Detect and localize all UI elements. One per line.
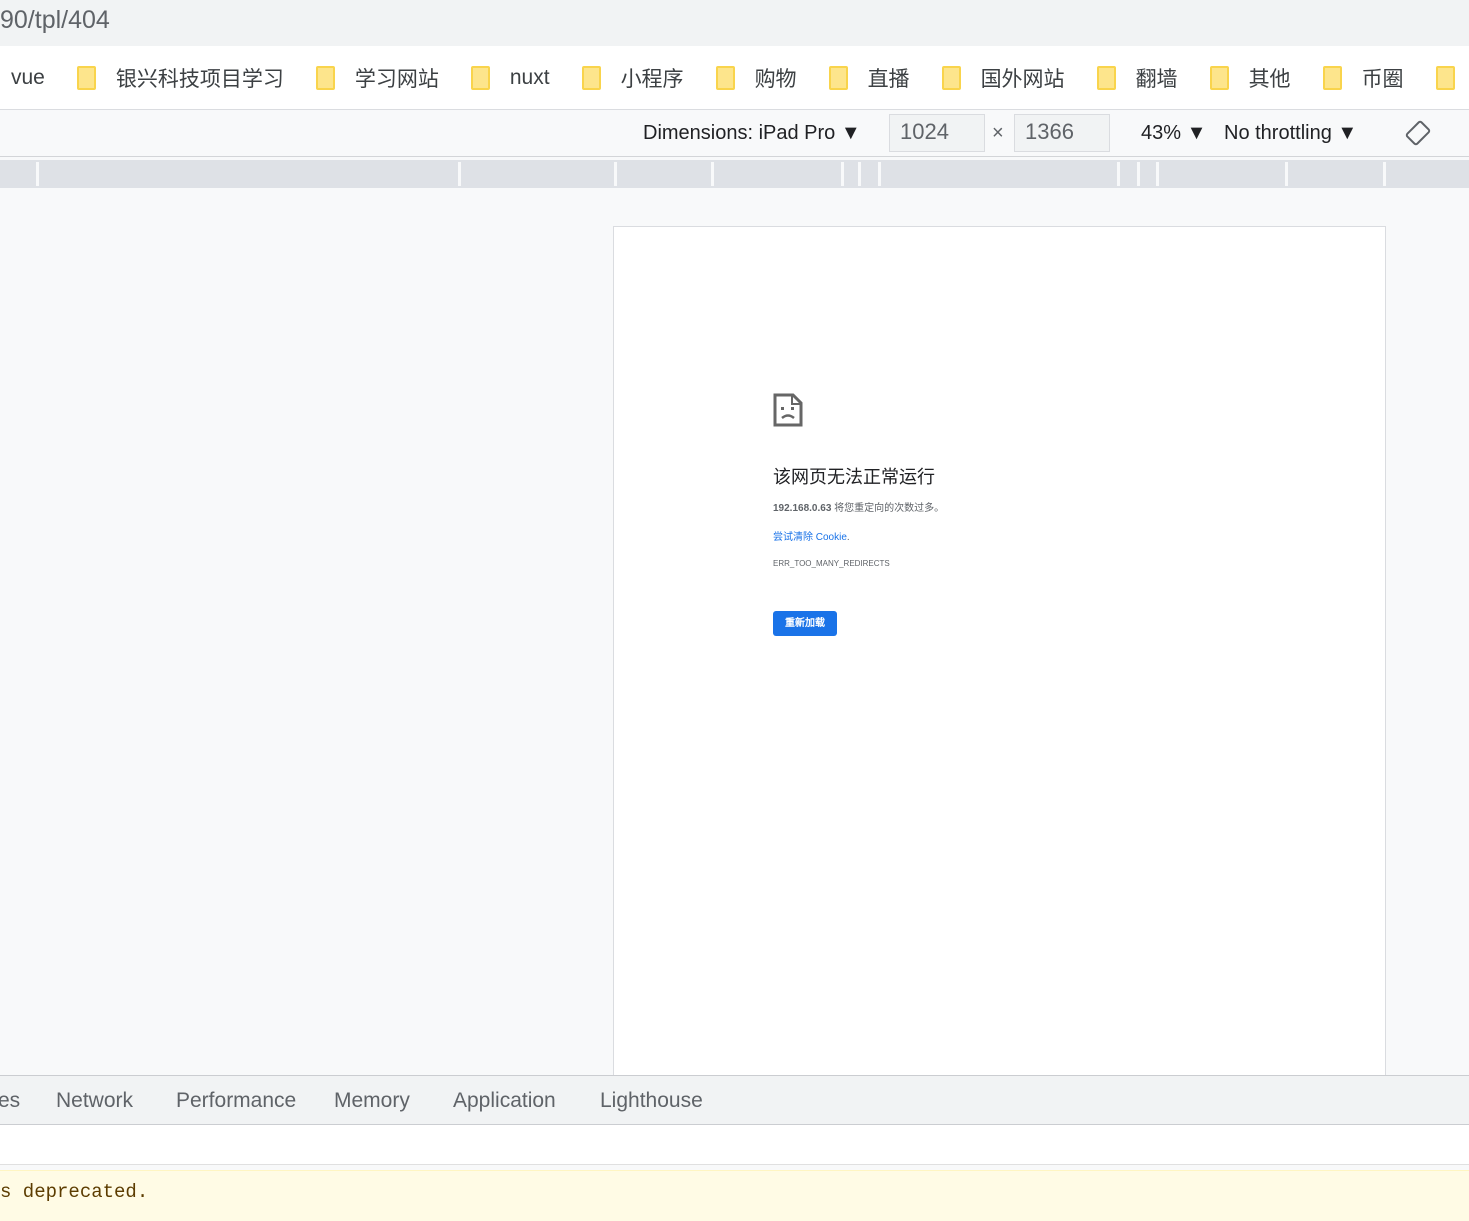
bookmark-folder[interactable]: 购物 bbox=[715, 63, 797, 93]
bookmark-folder[interactable]: 币圈 bbox=[1322, 63, 1404, 93]
bookmark-label: vue bbox=[11, 65, 45, 89]
zoom-select[interactable]: 43% ▼ bbox=[1141, 122, 1206, 145]
error-code: ERR_TOO_MANY_REDIRECTS bbox=[773, 559, 890, 568]
bookmark-label: 银兴科技项目学习 bbox=[115, 67, 284, 91]
folder-icon bbox=[581, 65, 601, 90]
device-viewport: 该网页无法正常运行 192.168.0.63 将您重定向的次数过多。 尝试清除 … bbox=[613, 226, 1386, 1076]
device-toolbar: Dimensions: iPad Pro ▼ 1024 × 1366 43% ▼… bbox=[0, 110, 1469, 157]
console-warning: s deprecated. bbox=[0, 1170, 1469, 1221]
bookmark-label: 国外网站 bbox=[980, 67, 1065, 91]
throttling-select[interactable]: No throttling ▼ bbox=[1224, 122, 1357, 145]
error-title: 该网页无法正常运行 bbox=[773, 467, 935, 487]
width-input[interactable]: 1024 bbox=[889, 114, 985, 152]
error-host: 192.168.0.63 bbox=[773, 503, 832, 514]
bookmarks-bar: vue 银兴科技项目学习 学习网站 nuxt 小程序 购物 直播 国外网站 翻墙… bbox=[0, 46, 1469, 110]
bookmark-folder[interactable]: 国外网站 bbox=[941, 63, 1065, 93]
bookmark-folder[interactable]: 小程序 bbox=[581, 63, 684, 93]
rotate-icon[interactable] bbox=[1405, 120, 1431, 152]
bookmark-label: 其他 bbox=[1248, 67, 1291, 91]
bookmark-label: 小程序 bbox=[620, 67, 684, 91]
folder-icon bbox=[76, 65, 96, 90]
media-query-bar[interactable] bbox=[0, 160, 1469, 188]
times-sign: × bbox=[992, 122, 1004, 144]
folder-icon bbox=[1096, 65, 1116, 90]
dimensions-select[interactable]: Dimensions: iPad Pro ▼ bbox=[643, 122, 861, 145]
folder-icon bbox=[1322, 65, 1342, 90]
folder-icon bbox=[715, 65, 735, 90]
console-input[interactable] bbox=[0, 1125, 1469, 1165]
bookmark-folder[interactable]: 其他 bbox=[1209, 63, 1291, 93]
folder-icon bbox=[1435, 65, 1455, 90]
address-bar[interactable]: 90/tpl/404 bbox=[0, 0, 1469, 46]
folder-icon bbox=[315, 65, 335, 90]
tab-lighthouse[interactable]: Lighthouse bbox=[600, 1089, 703, 1113]
bookmark-label: 购物 bbox=[754, 67, 797, 91]
folder-icon bbox=[828, 65, 848, 90]
bookmark-label: nuxt bbox=[509, 65, 550, 89]
folder-icon bbox=[470, 65, 490, 90]
warning-text: s deprecated. bbox=[0, 1181, 149, 1203]
bookmark-folder[interactable]: nuxt bbox=[470, 65, 550, 90]
tab-sources[interactable]: es bbox=[0, 1089, 20, 1113]
tab-network[interactable]: Network bbox=[56, 1089, 133, 1113]
folder-icon bbox=[1209, 65, 1229, 90]
devtools-tabs: es Network Performance Memory Applicatio… bbox=[0, 1075, 1469, 1125]
folder-icon bbox=[941, 65, 961, 90]
bookmark-folder[interactable] bbox=[1435, 65, 1469, 90]
bookmark-folder[interactable]: 翻墙 bbox=[1096, 63, 1178, 93]
sad-page-icon bbox=[773, 393, 803, 432]
bookmark-label: 币圈 bbox=[1361, 67, 1404, 91]
tab-performance[interactable]: Performance bbox=[176, 1089, 296, 1113]
bookmark-label: 直播 bbox=[867, 67, 910, 91]
error-message: 将您重定向的次数过多。 bbox=[831, 503, 945, 514]
bookmark-vue[interactable]: vue bbox=[11, 66, 45, 90]
bookmark-folder[interactable]: 银兴科技项目学习 bbox=[76, 63, 284, 93]
tab-application[interactable]: Application bbox=[453, 1089, 556, 1113]
tab-memory[interactable]: Memory bbox=[334, 1089, 410, 1113]
reload-button[interactable]: 重新加载 bbox=[773, 611, 837, 636]
clear-cookies-link[interactable]: 尝试清除 Cookie bbox=[773, 532, 847, 543]
url-text: 90/tpl/404 bbox=[0, 6, 110, 34]
bookmark-label: 学习网站 bbox=[354, 67, 439, 91]
height-input[interactable]: 1366 bbox=[1014, 114, 1110, 152]
bookmark-folder[interactable]: 学习网站 bbox=[315, 63, 439, 93]
bookmark-label: 翻墙 bbox=[1135, 67, 1178, 91]
link-suffix: . bbox=[846, 532, 850, 543]
bookmark-folder[interactable]: 直播 bbox=[828, 63, 910, 93]
